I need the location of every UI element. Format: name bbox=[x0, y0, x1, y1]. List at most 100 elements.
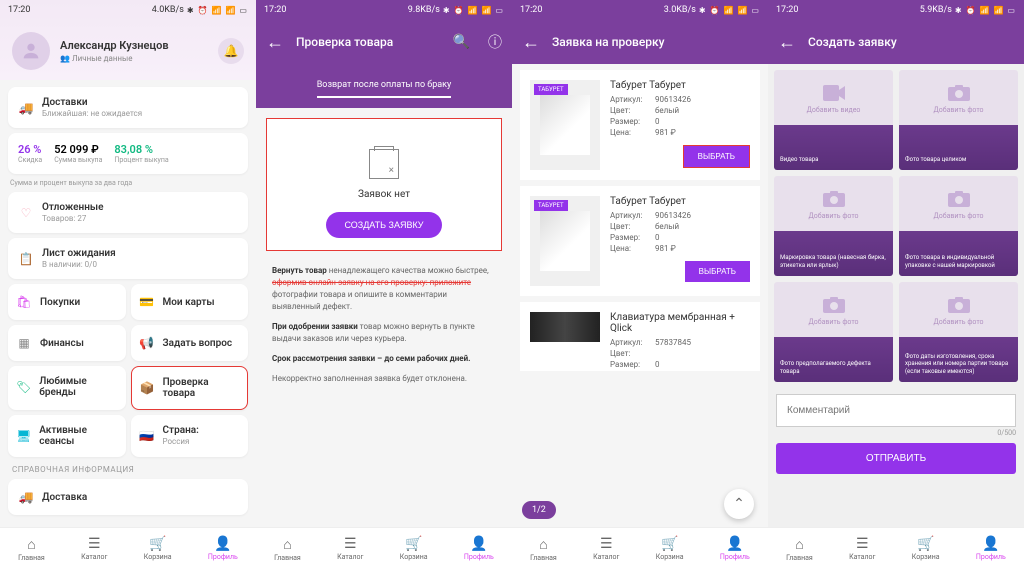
bottom-nav: ⌂Главная ☰Каталог 🛒Корзина 👤Профиль bbox=[768, 527, 1024, 569]
profile-header[interactable]: Александр Кузнецов 👥 Личные данные 🔔 bbox=[0, 20, 256, 82]
tag-icon: 🏷 bbox=[16, 379, 31, 395]
deferred-card[interactable]: ♡ОтложенныеТоваров: 27 bbox=[8, 192, 248, 233]
empty-box-icon bbox=[369, 149, 399, 179]
bag-icon: 🛍 bbox=[16, 294, 32, 310]
submit-button[interactable]: ОТПРАВИТЬ bbox=[776, 443, 1016, 474]
monitor-icon: 🖥 bbox=[16, 428, 31, 444]
select-button[interactable]: ВЫБРАТЬ bbox=[683, 145, 750, 168]
personal-data-link[interactable]: 👥 Личные данные bbox=[60, 54, 208, 63]
cards-item[interactable]: 💳Мои карты bbox=[131, 284, 249, 320]
profile-name: Александр Кузнецов bbox=[60, 39, 208, 52]
status-bar: 17:20 9.8KB/s✱ ⏰ 📶 📶 ▭ bbox=[256, 0, 512, 20]
bottom-nav: ⌂Главная ☰Каталог 🛒Корзина 👤Профиль bbox=[512, 527, 768, 569]
nav-cart[interactable]: 🛒Корзина bbox=[400, 536, 428, 561]
product-card: ТАБУРЕТ Табурет Табурет Артикул:90613426… bbox=[520, 70, 760, 180]
finance-icon: ▦ bbox=[16, 335, 32, 351]
ask-item[interactable]: 📢Задать вопрос bbox=[131, 325, 249, 361]
status-bar: 17:20 5.9KB/s✱ ⏰ 📶 📶 ▭ bbox=[768, 0, 1024, 20]
product-card: Клавиатура мембранная + Qlick Артикул:57… bbox=[520, 302, 760, 371]
nav-home[interactable]: ⌂Главная bbox=[786, 536, 813, 562]
comment-input[interactable] bbox=[776, 394, 1016, 427]
avatar bbox=[12, 32, 50, 70]
search-icon[interactable]: 🔍 bbox=[453, 34, 470, 50]
sessions-item[interactable]: 🖥Активные сеансы bbox=[8, 415, 126, 457]
nav-cart[interactable]: 🛒Корзина bbox=[144, 536, 172, 561]
profile-icon: 👤 bbox=[208, 536, 238, 552]
notifications-icon[interactable]: 🔔 bbox=[218, 38, 244, 64]
list-icon: 📋 bbox=[18, 251, 34, 267]
cart-icon: 🛒 bbox=[144, 536, 172, 552]
status-bar: 17:20 3.0KB/s✱ ⏰ 📶 📶 ▭ bbox=[512, 0, 768, 20]
card-icon: 💳 bbox=[139, 294, 155, 310]
camera-icon bbox=[947, 190, 971, 208]
home-icon: ⌂ bbox=[18, 536, 45, 553]
char-count: 0/500 bbox=[776, 429, 1016, 437]
product-image[interactable]: ТАБУРЕТ bbox=[530, 80, 600, 170]
nav-catalog[interactable]: ☰Каталог bbox=[849, 536, 875, 561]
info-text-3: Срок рассмотрения заявки – до семи рабоч… bbox=[256, 349, 512, 369]
upload-tile[interactable]: Добавить фотоМаркировка товара (навесная… bbox=[774, 176, 893, 276]
ref-section-label: СПРАВОЧНАЯ ИНФОРМАЦИЯ bbox=[12, 465, 244, 474]
upload-tile[interactable]: Добавить фотоФото товара целиком bbox=[899, 70, 1018, 170]
nav-profile[interactable]: 👤Профиль bbox=[720, 536, 750, 561]
upload-tile[interactable]: Добавить фотоФото товара в индивидуально… bbox=[899, 176, 1018, 276]
delivery-card[interactable]: 🚚 ДоставкиБлижайшая: не ожидается bbox=[8, 87, 248, 128]
nav-profile[interactable]: 👤Профиль bbox=[208, 536, 238, 561]
ref-delivery-item[interactable]: 🚚Доставка bbox=[8, 479, 248, 515]
product-image[interactable]: ТАБУРЕТ bbox=[530, 196, 600, 286]
header: ← Проверка товара 🔍 ⓘ bbox=[256, 20, 512, 64]
info-text-2: При одобрении заявки товар можно вернуть… bbox=[256, 317, 512, 349]
tab-return[interactable]: Возврат после оплаты по браку bbox=[317, 80, 452, 98]
purchases-item[interactable]: 🛍Покупки bbox=[8, 284, 126, 320]
megaphone-icon: 📢 bbox=[139, 335, 155, 351]
nav-home[interactable]: ⌂Главная bbox=[18, 536, 45, 562]
nav-profile[interactable]: 👤Профиль bbox=[464, 536, 494, 561]
country-item[interactable]: 🇷🇺Страна:Россия bbox=[131, 415, 249, 457]
scroll-top-button[interactable]: ⌃ bbox=[724, 489, 754, 519]
box-icon: 📦 bbox=[140, 380, 155, 396]
info-text-1: Вернуть товар ненадлежащего качества мож… bbox=[256, 261, 512, 317]
flag-icon: 🇷🇺 bbox=[139, 428, 155, 444]
nav-profile[interactable]: 👤Профиль bbox=[976, 536, 1006, 561]
nav-catalog[interactable]: ☰Каталог bbox=[337, 536, 363, 561]
heart-icon: ♡ bbox=[18, 205, 34, 221]
product-image[interactable] bbox=[530, 312, 600, 342]
upload-tile[interactable]: Добавить фотоФото предполагаемого дефект… bbox=[774, 282, 893, 382]
page-indicator: 1/2 bbox=[522, 501, 556, 519]
finance-item[interactable]: ▦Финансы bbox=[8, 325, 126, 361]
stats-card[interactable]: 26 %Скидка 52 099 ₽Сумма выкупа 83,08 %П… bbox=[8, 133, 248, 174]
camera-icon bbox=[822, 190, 846, 208]
create-request-button[interactable]: СОЗДАТЬ ЗАЯВКУ bbox=[326, 212, 441, 238]
nav-cart[interactable]: 🛒Корзина bbox=[912, 536, 940, 561]
info-icon[interactable]: ⓘ bbox=[488, 32, 502, 52]
back-arrow-icon[interactable]: ← bbox=[266, 32, 284, 53]
video-icon bbox=[822, 84, 846, 102]
header: ← Создать заявку bbox=[768, 20, 1024, 64]
status-bar: 17:20 4.0KB/s✱ ⏰ 📶 📶 ▭ bbox=[0, 0, 256, 20]
check-product-item[interactable]: 📦Проверка товара bbox=[131, 366, 249, 410]
bottom-nav: ⌂Главная ☰Каталог 🛒Корзина 👤Профиль bbox=[0, 527, 256, 569]
truck-icon: 🚚 bbox=[18, 489, 34, 505]
tab-bar: Возврат после оплаты по браку bbox=[256, 64, 512, 108]
select-button[interactable]: ВЫБРАТЬ bbox=[685, 261, 750, 282]
brands-item[interactable]: 🏷Любимые бренды bbox=[8, 366, 126, 410]
info-text-4: Некорректно заполненная заявка будет отк… bbox=[256, 369, 512, 389]
nav-home[interactable]: ⌂Главная bbox=[530, 536, 557, 562]
catalog-icon: ☰ bbox=[81, 536, 107, 552]
nav-catalog[interactable]: ☰Каталог bbox=[593, 536, 619, 561]
camera-icon bbox=[947, 84, 971, 102]
truck-icon: 🚚 bbox=[18, 100, 34, 116]
nav-cart[interactable]: 🛒Корзина bbox=[656, 536, 684, 561]
header: ← Заявка на проверку bbox=[512, 20, 768, 64]
wishlist-card[interactable]: 📋Лист ожиданияВ наличии: 0/0 bbox=[8, 238, 248, 279]
nav-home[interactable]: ⌂Главная bbox=[274, 536, 301, 562]
back-arrow-icon[interactable]: ← bbox=[522, 32, 540, 53]
bottom-nav: ⌂Главная ☰Каталог 🛒Корзина 👤Профиль bbox=[256, 527, 512, 569]
empty-state: Заявок нет СОЗДАТЬ ЗАЯВКУ bbox=[266, 118, 502, 251]
upload-tile[interactable]: Добавить видеоВидео товара bbox=[774, 70, 893, 170]
upload-tile[interactable]: Добавить фотоФото даты изготовления, сро… bbox=[899, 282, 1018, 382]
nav-catalog[interactable]: ☰Каталог bbox=[81, 536, 107, 561]
camera-icon bbox=[822, 296, 846, 314]
back-arrow-icon[interactable]: ← bbox=[778, 32, 796, 53]
product-card: ТАБУРЕТ Табурет Табурет Артикул:90613426… bbox=[520, 186, 760, 296]
